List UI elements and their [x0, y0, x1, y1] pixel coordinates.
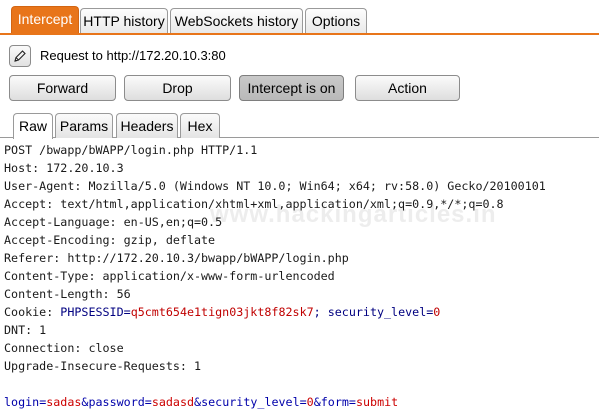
tab-raw[interactable]: Raw [13, 113, 53, 139]
body-param-name: form [320, 395, 349, 409]
tab-bar-accent-line [0, 33, 599, 35]
body-equals: = [144, 395, 152, 409]
body-param-name: password [88, 395, 145, 409]
header-dnt: DNT: 1 [4, 323, 47, 337]
cookie-prefix: Cookie: [4, 305, 61, 319]
header-connection: Connection: close [4, 341, 124, 355]
header-accept-encoding: Accept-Encoding: gzip, deflate [4, 233, 216, 247]
cookie-equals: = [123, 305, 131, 319]
pencil-icon [14, 50, 26, 62]
action-button[interactable]: Action [355, 75, 460, 101]
tab-options[interactable]: Options [305, 8, 367, 33]
cookie-value-phpsessid: q5cmt654e1tign03jkt8f82sk7 [130, 305, 314, 319]
cookie-value-security-level: 0 [433, 305, 441, 319]
tab-websockets-history[interactable]: WebSockets history [170, 8, 303, 33]
burp-proxy-window: Intercept HTTP history WebSockets histor… [0, 0, 599, 413]
body-param-name: login [4, 395, 40, 409]
header-content-type: Content-Type: application/x-www-form-url… [4, 269, 335, 283]
header-accept-language: Accept-Language: en-US,en;q=0.5 [4, 215, 223, 229]
message-view-tab-bar: Raw Params Headers Hex [0, 110, 599, 139]
drop-button[interactable]: Drop [124, 75, 231, 101]
tab-params[interactable]: Params [55, 113, 113, 138]
proxy-tab-bar: Intercept HTTP history WebSockets histor… [0, 0, 599, 35]
body-param-value: sadasd [151, 395, 195, 409]
raw-request-editor[interactable]: www.hackingarticles.in POST /bwapp/bWAPP… [0, 140, 599, 413]
body-param-value: 0 [306, 395, 314, 409]
header-upgrade-insecure-requests: Upgrade-Insecure-Requests: 1 [4, 359, 202, 373]
header-referer: Referer: http://172.20.10.3/bwapp/bWAPP/… [4, 251, 349, 265]
body-equals: = [348, 395, 356, 409]
body-param-value: submit [355, 395, 399, 409]
pencil-edit-icon[interactable] [9, 45, 31, 67]
forward-button[interactable]: Forward [9, 75, 116, 101]
request-body: login=sadas&password=sadasd&security_lev… [4, 393, 398, 411]
header-host: Host: 172.20.10.3 [4, 161, 124, 175]
cookie-separator: ; [313, 305, 328, 319]
intercept-toggle-button[interactable]: Intercept is on [239, 75, 344, 101]
request-line: POST /bwapp/bWAPP/login.php HTTP/1.1 [4, 143, 258, 157]
tab-http-history[interactable]: HTTP history [80, 8, 168, 33]
header-accept: Accept: text/html,application/xhtml+xml,… [4, 197, 504, 211]
cookie-name-security-level: security_level [327, 305, 427, 319]
body-ampersand: & [313, 395, 321, 409]
tab-hex[interactable]: Hex [180, 113, 220, 138]
tab-intercept[interactable]: Intercept [11, 6, 79, 33]
tab-headers[interactable]: Headers [116, 113, 178, 138]
header-cookie: Cookie: PHPSESSID=q5cmt654e1tign03jkt8f8… [4, 303, 440, 321]
body-param-name: security_level [201, 395, 300, 409]
body-param-value: sadas [46, 395, 82, 409]
request-target-label: Request to http://172.20.10.3:80 [40, 48, 226, 63]
header-user-agent: User-Agent: Mozilla/5.0 (Windows NT 10.0… [4, 179, 546, 193]
body-equals: = [299, 395, 307, 409]
cookie-name-phpsessid: PHPSESSID [60, 305, 124, 319]
header-content-length: Content-Length: 56 [4, 287, 131, 301]
